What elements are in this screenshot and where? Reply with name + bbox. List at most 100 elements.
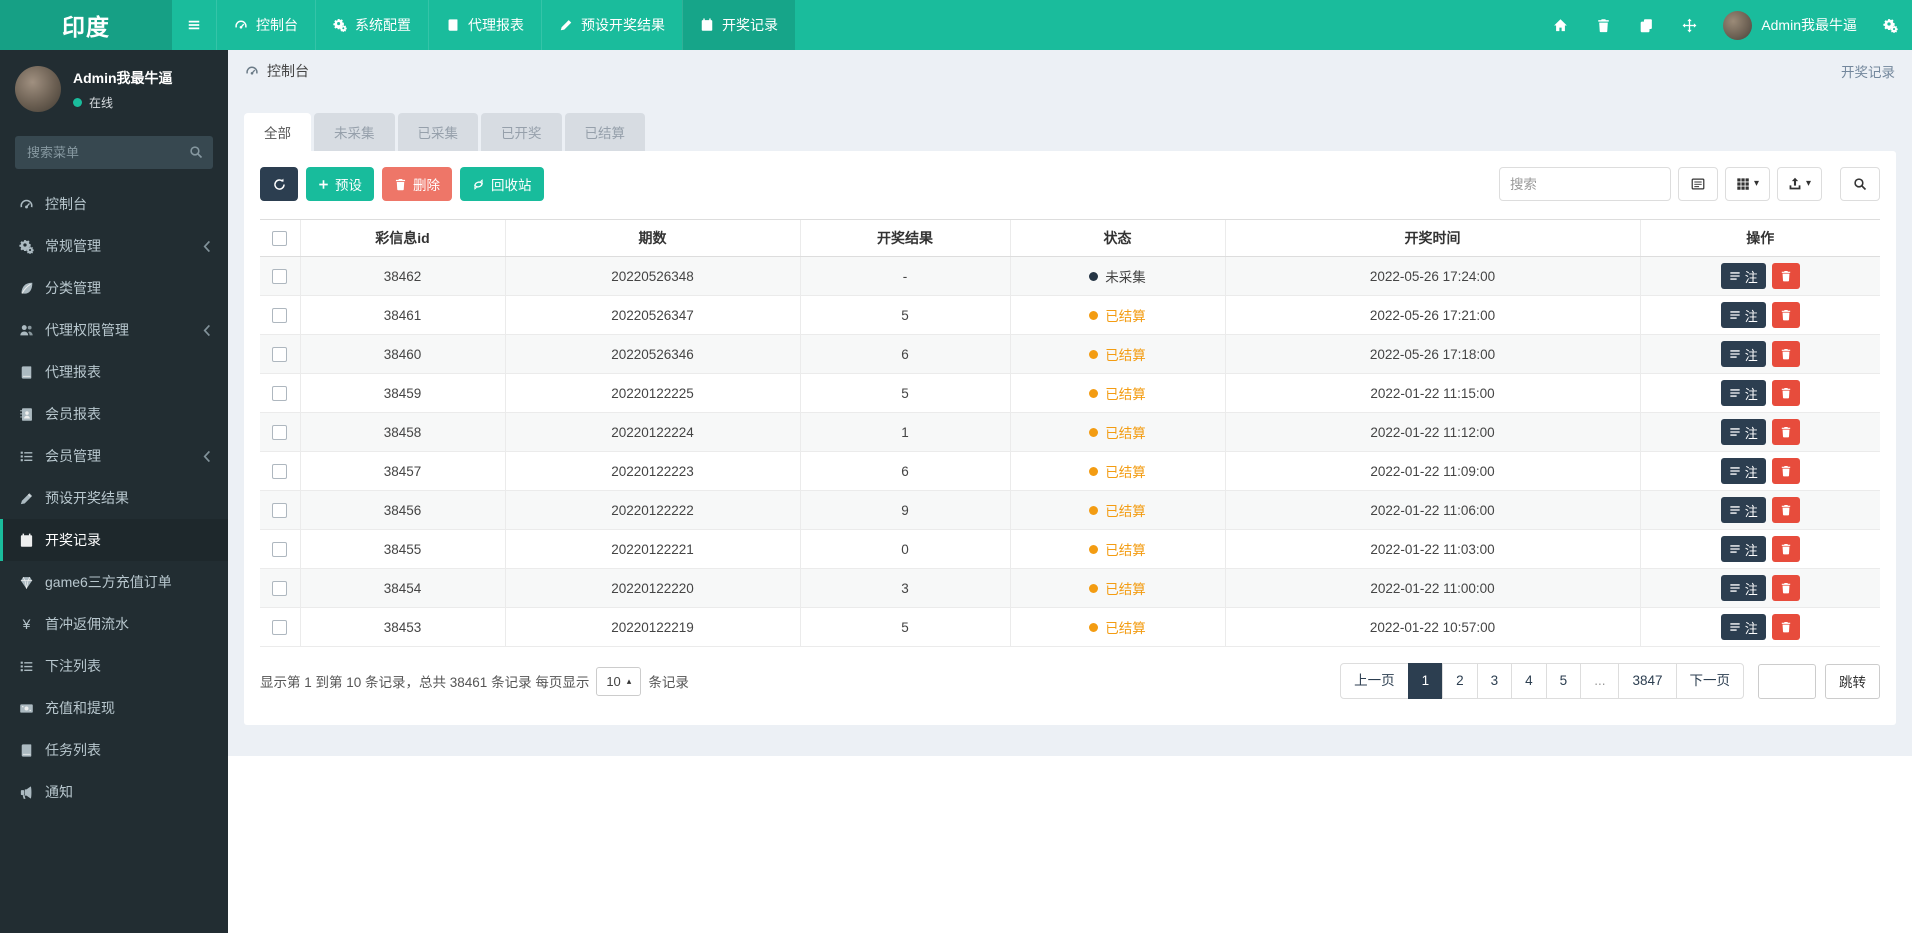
sidebar-item-gem-9[interactable]: game6三方充值订单 [0,561,228,603]
sidebar-toggle-button[interactable] [172,0,216,50]
preset-button[interactable]: 预设 [306,167,374,201]
sidebar-item-users-3[interactable]: 代理权限管理 [0,309,228,351]
sidebar-item-list-11[interactable]: 下注列表 [0,645,228,687]
expand-nav-button[interactable] [1668,0,1711,50]
export-dropdown-button[interactable]: ▾ [1776,167,1822,201]
filter-tab-4[interactable]: 已结算 [564,113,645,151]
row-checkbox[interactable] [272,502,288,518]
row-note-button[interactable]: 注 [1720,458,1766,484]
row-checkbox[interactable] [272,268,288,284]
row-note-button[interactable]: 注 [1720,614,1766,640]
bars-icon [187,18,201,32]
row-delete-button[interactable] [1771,497,1800,523]
home-nav-button[interactable] [1539,0,1582,50]
recycle-bin-button[interactable]: 回收站 [460,167,544,201]
status-badge: 已结算 [1089,500,1146,520]
filter-tab-1[interactable]: 未采集 [314,113,395,151]
top-nav-calendar[interactable]: 开奖记录 [682,0,795,50]
top-nav-pen[interactable]: 预设开奖结果 [541,0,682,50]
prev-page-button[interactable]: 上一页 [1340,663,1409,699]
table-row: 38459 20220122225 5 已结算 2022-01-22 11:15:00 注 [260,373,1880,413]
sidebar-item-book-4[interactable]: 代理报表 [0,351,228,393]
row-delete-button[interactable] [1771,302,1800,328]
sidebar-item-idbook-5[interactable]: 会员报表 [0,393,228,435]
cell-id: 38459 [299,373,505,413]
sidebar-item-list-6[interactable]: 会员管理 [0,435,228,477]
cell-period: 20220122219 [504,607,800,647]
page-button-3[interactable]: 3 [1476,663,1513,699]
sidebar-search-input[interactable] [15,136,213,169]
search-icon[interactable] [189,145,203,159]
row-checkbox[interactable] [272,424,288,440]
row-note-button[interactable]: 注 [1720,380,1766,406]
sidebar-item-leaf-2[interactable]: 分类管理 [0,267,228,309]
row-checkbox[interactable] [272,346,288,362]
trash-icon [1780,504,1792,516]
row-delete-button[interactable] [1771,458,1800,484]
filter-tab-0[interactable]: 全部 [244,113,311,151]
next-page-button[interactable]: 下一页 [1675,663,1744,699]
row-delete-button[interactable] [1771,263,1800,289]
page-size-dropdown[interactable]: 10 ▴ [596,666,642,696]
pen-icon [19,491,34,506]
select-all-checkbox[interactable] [272,231,288,247]
page-jump-input[interactable] [1758,663,1816,699]
sidebar-item-yen-10[interactable]: ¥ 首冲返佣流水 [0,603,228,645]
delete-button[interactable]: 删除 [382,167,452,201]
top-nav-gauge[interactable]: 控制台 [216,0,315,50]
top-nav-book[interactable]: 代理报表 [428,0,541,50]
sidebar-search [15,136,213,169]
settings-nav-button[interactable] [1869,0,1912,50]
column-header: 状态 [1009,219,1225,257]
filter-tab-3[interactable]: 已开奖 [481,113,562,151]
toggle-view-button[interactable] [1677,167,1718,201]
status-dot-icon [1089,349,1099,359]
row-delete-button[interactable] [1771,341,1800,367]
cell-period: 20220526346 [504,334,800,374]
row-note-button[interactable]: 注 [1720,341,1766,367]
sidebar-item-gauge-0[interactable]: 控制台 [0,183,228,225]
row-checkbox[interactable] [272,307,288,323]
filter-tab-2[interactable]: 已采集 [397,113,478,151]
sidebar-item-pen-7[interactable]: 预设开奖结果 [0,477,228,519]
row-delete-button[interactable] [1771,419,1800,445]
row-delete-button[interactable] [1771,380,1800,406]
page-button-3847[interactable]: 3847 [1618,663,1677,699]
navbar-user[interactable]: Admin我最牛逼 [1711,0,1869,50]
row-note-button[interactable]: 注 [1720,497,1766,523]
row-checkbox[interactable] [272,580,288,596]
refresh-button[interactable] [260,167,298,201]
row-delete-button[interactable] [1771,614,1800,640]
page-jump-button[interactable]: 跳转 [1825,663,1880,699]
row-note-button[interactable]: 注 [1720,536,1766,562]
files-nav-button[interactable] [1625,0,1668,50]
cell-id: 38456 [299,490,505,530]
trash-nav-button[interactable] [1582,0,1625,50]
row-checkbox[interactable] [272,619,288,635]
row-checkbox[interactable] [272,541,288,557]
row-delete-button[interactable] [1771,575,1800,601]
table-search-input[interactable] [1498,167,1671,201]
top-nav-cogs[interactable]: 系统配置 [315,0,428,50]
page-button-2[interactable]: 2 [1442,663,1478,699]
brand-logo[interactable]: 印度 [0,0,172,50]
row-note-button[interactable]: 注 [1720,575,1766,601]
row-note-button[interactable]: 注 [1720,419,1766,445]
sidebar-item-money-12[interactable]: 充值和提现 [0,687,228,729]
sidebar-item-cogs-1[interactable]: 常规管理 [0,225,228,267]
breadcrumb-left[interactable]: 控制台 [245,61,309,81]
page-button-5[interactable]: 5 [1545,663,1582,699]
search-button[interactable] [1840,167,1880,201]
page-button-4[interactable]: 4 [1511,663,1547,699]
row-checkbox[interactable] [272,463,288,479]
sidebar-item-calendar-8[interactable]: 开奖记录 [0,519,228,561]
row-note-button[interactable]: 注 [1720,302,1766,328]
note-button-label: 注 [1744,386,1758,402]
row-checkbox[interactable] [272,385,288,401]
sidebar-item-book-13[interactable]: 任务列表 [0,729,228,771]
columns-dropdown-button[interactable]: ▾ [1724,167,1770,201]
page-button-1[interactable]: 1 [1407,663,1444,699]
row-delete-button[interactable] [1771,536,1800,562]
sidebar-item-bullhorn-14[interactable]: 通知 [0,771,228,813]
row-note-button[interactable]: 注 [1720,263,1766,289]
